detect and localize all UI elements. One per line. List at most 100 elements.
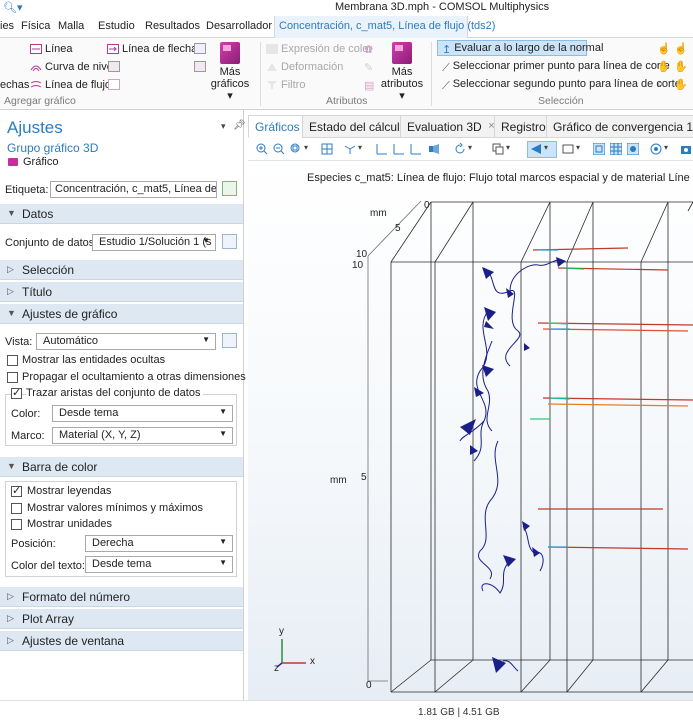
tab-convergence[interactable]: Gráfico de convergencia 1 <box>546 115 693 138</box>
view-yz-icon[interactable] <box>393 143 405 155</box>
frame-select[interactable]: Material (X, Y, Z) ▼ <box>52 427 233 444</box>
tab-computation-status[interactable]: Estado del cálculo <box>302 115 414 138</box>
annotation-icon[interactable] <box>108 79 120 90</box>
chevron-down-icon[interactable]: ▾ <box>544 143 556 155</box>
edge-color-select[interactable]: Desde tema ▼ <box>52 405 233 422</box>
tab-results[interactable]: Resultados <box>145 20 200 32</box>
plot-edges-checkbox[interactable] <box>11 386 22 399</box>
deformation-button[interactable]: Deformación <box>266 61 343 73</box>
transparency-icon[interactable] <box>627 143 639 155</box>
search-icon[interactable]: 🔍︎▾ <box>3 1 23 14</box>
view-xy-icon[interactable] <box>376 143 388 155</box>
deformation-label: Deformación <box>281 61 344 73</box>
chevron-down-icon[interactable]: ▾ <box>576 143 588 155</box>
tab-developer[interactable]: Desarrollador <box>206 20 272 32</box>
hand-icon[interactable]: ✋ <box>674 60 688 73</box>
view-select[interactable]: Automático ▼ <box>36 333 216 350</box>
line-plot-button[interactable]: Línea <box>30 43 73 55</box>
surface-arrow-icon[interactable] <box>194 43 206 54</box>
section-number-format[interactable]: ▷ Formato del número <box>0 587 243 607</box>
image-plot-icon[interactable] <box>108 61 120 72</box>
color-expression-button[interactable]: Expresión de color <box>266 43 372 55</box>
first-point-button[interactable]: ⟋ Seleccionar primer punto para línea de … <box>442 60 670 75</box>
view-zx-icon[interactable] <box>410 143 422 155</box>
section-title[interactable]: ▷ Título <box>0 282 243 302</box>
slice-icon[interactable] <box>194 61 206 72</box>
show-hidden-label: Mostrar las entidades ocultas <box>22 354 166 366</box>
section-data[interactable]: ▼ Datos <box>0 204 243 224</box>
show-minmax-label: Mostrar valores mínimos y máximos <box>27 502 204 514</box>
chevron-down-icon[interactable]: ▾ <box>664 143 676 155</box>
tab-study[interactable]: Estudio <box>98 20 135 32</box>
window-icon[interactable] <box>562 143 574 155</box>
show-units-checkbox[interactable] <box>11 519 22 530</box>
legend-position-select[interactable]: Derecha ▼ <box>85 535 233 552</box>
label-reset-button[interactable] <box>222 181 237 196</box>
evaluate-normal-button[interactable]: ↥ Evaluar a lo largo de la normal <box>442 42 603 56</box>
scene-light-icon[interactable] <box>650 143 662 155</box>
filter-button[interactable]: Filtro <box>266 79 305 91</box>
section-plot-settings[interactable]: ▼ Ajustes de gráfico <box>0 304 243 324</box>
brush-icon[interactable]: ✎ <box>364 61 373 74</box>
tab-plot-context[interactable]: Concentración, c_mat5, Línea de flujo (t… <box>279 20 495 32</box>
tab-mesh[interactable]: Malla <box>58 20 84 32</box>
second-point-button[interactable]: ⟋ Seleccionar segundo punto para línea de… <box>442 78 681 93</box>
hand-icon[interactable]: ✋ <box>674 78 688 91</box>
grid-icon[interactable] <box>610 143 622 155</box>
chevron-down-icon[interactable]: ▾ <box>506 143 518 155</box>
cone-marker <box>492 657 506 673</box>
select-icon[interactable] <box>530 143 542 155</box>
label-field[interactable]: Concentración, c_mat5, Línea de flujo (t <box>50 181 217 198</box>
show-legends-checkbox[interactable] <box>11 484 22 497</box>
axis-orient-icon[interactable] <box>344 143 356 155</box>
section-plot-array[interactable]: ▷ Plot Array <box>0 609 243 629</box>
hand-icon[interactable]: ☝ <box>657 42 671 55</box>
reset-view-icon[interactable] <box>454 143 466 155</box>
hand-icon[interactable]: ✋ <box>657 60 671 73</box>
arrow-line-partial-button[interactable]: echas <box>0 79 29 91</box>
tab-graphics[interactable]: Gráficos <box>248 115 307 138</box>
3d-plot-canvas[interactable] <box>248 161 693 700</box>
chevron-down-icon[interactable]: ▾ <box>468 143 480 155</box>
more-attributes-button[interactable]: Más atributos ▾ <box>378 42 426 102</box>
arrow-line-button[interactable]: Línea de flechas <box>107 43 203 55</box>
pin-icon[interactable]: 📌︎ <box>233 120 246 131</box>
zoom-in-icon[interactable] <box>256 143 268 155</box>
contour-button[interactable]: Curva de nivel <box>30 61 115 73</box>
camera-icon[interactable] <box>680 143 692 155</box>
section-selection[interactable]: ▷ Selección <box>0 260 243 280</box>
zoom-select-icon[interactable]: ⌕ <box>657 78 663 91</box>
propagate-hiding-checkbox[interactable] <box>7 372 18 383</box>
zoom-extents-icon[interactable] <box>321 143 333 155</box>
legend-text-color-select[interactable]: Desde tema ▼ <box>85 556 233 573</box>
more-plots-button[interactable]: Más gráficos ▾ <box>208 42 252 102</box>
section-window-settings[interactable]: ▷ Ajustes de ventana <box>0 631 243 651</box>
tab-physics[interactable]: Física <box>21 20 50 32</box>
tab-species-partial[interactable]: ies <box>0 20 14 32</box>
pattern-icon[interactable]: ✿ <box>364 43 373 56</box>
go-to-default-view-icon[interactable] <box>428 143 440 155</box>
show-minmax-checkbox[interactable] <box>11 503 22 514</box>
panel-menu-icon[interactable]: ▾ <box>221 121 226 132</box>
copy-icon[interactable] <box>492 143 504 155</box>
graphics-window[interactable]: Especies c_mat5: Línea de flujo: Flujo t… <box>248 161 693 700</box>
zoom-out-icon[interactable] <box>273 143 285 155</box>
box-edges <box>390 201 693 693</box>
view-goto-button[interactable] <box>222 333 237 348</box>
wireframe-icon[interactable] <box>593 143 605 155</box>
chevron-down-icon[interactable]: ▾ <box>358 143 370 155</box>
dataset-goto-button[interactable] <box>222 234 237 249</box>
streamline <box>482 340 493 432</box>
show-hidden-checkbox[interactable] <box>7 355 18 366</box>
table-icon[interactable]: ▤ <box>364 79 374 92</box>
zoom-box-icon[interactable] <box>290 143 302 155</box>
tab-evaluation-3d[interactable]: Evaluation 3D × <box>400 115 499 138</box>
dataset-select[interactable]: Estudio 1/Solución 1 (s ▼ <box>92 234 216 251</box>
tab-convergence-label: Gráfico de convergencia 1 <box>553 120 693 134</box>
streamline-button[interactable]: Línea de flujo <box>30 79 111 91</box>
deformation-icon <box>267 63 277 71</box>
chevron-down-icon[interactable]: ▾ <box>304 143 316 155</box>
section-color-legend[interactable]: ▼ Barra de color <box>0 457 243 477</box>
box-edge <box>640 659 669 693</box>
hand-icon[interactable]: ☝ <box>674 42 688 55</box>
